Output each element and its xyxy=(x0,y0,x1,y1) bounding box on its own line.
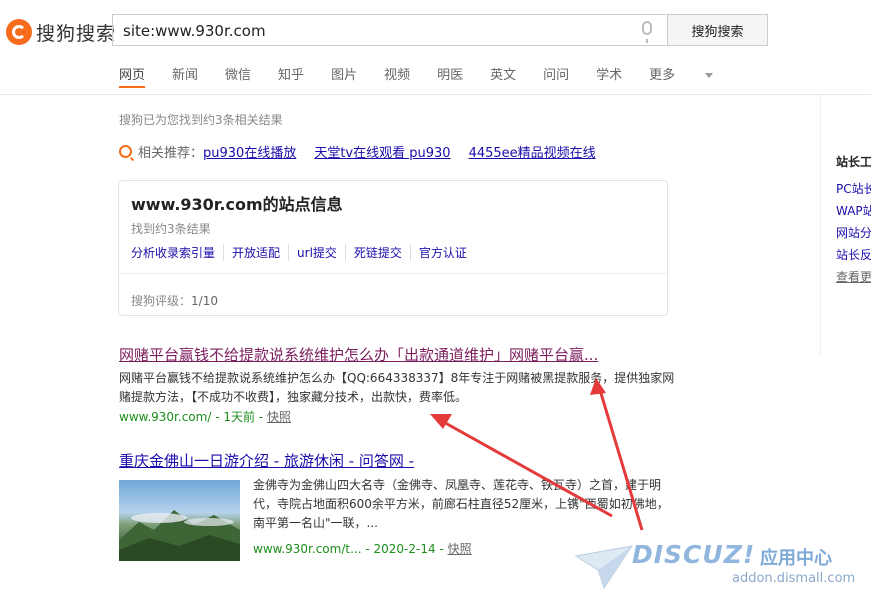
arrow-head xyxy=(590,378,606,395)
arrow-line xyxy=(598,389,644,531)
watermark-brand: DISCUZ! xyxy=(632,540,756,569)
arrow-head xyxy=(430,414,452,429)
watermark-url: addon.dismall.com xyxy=(732,571,856,586)
watermark-cn: 应用中心 xyxy=(760,548,832,569)
arrow-line xyxy=(439,418,613,518)
paper-plane-icon xyxy=(574,545,634,590)
annotation-arrows xyxy=(430,378,644,531)
discuz-watermark: DISCUZ! 应用中心 addon.dismall.com xyxy=(574,538,871,598)
